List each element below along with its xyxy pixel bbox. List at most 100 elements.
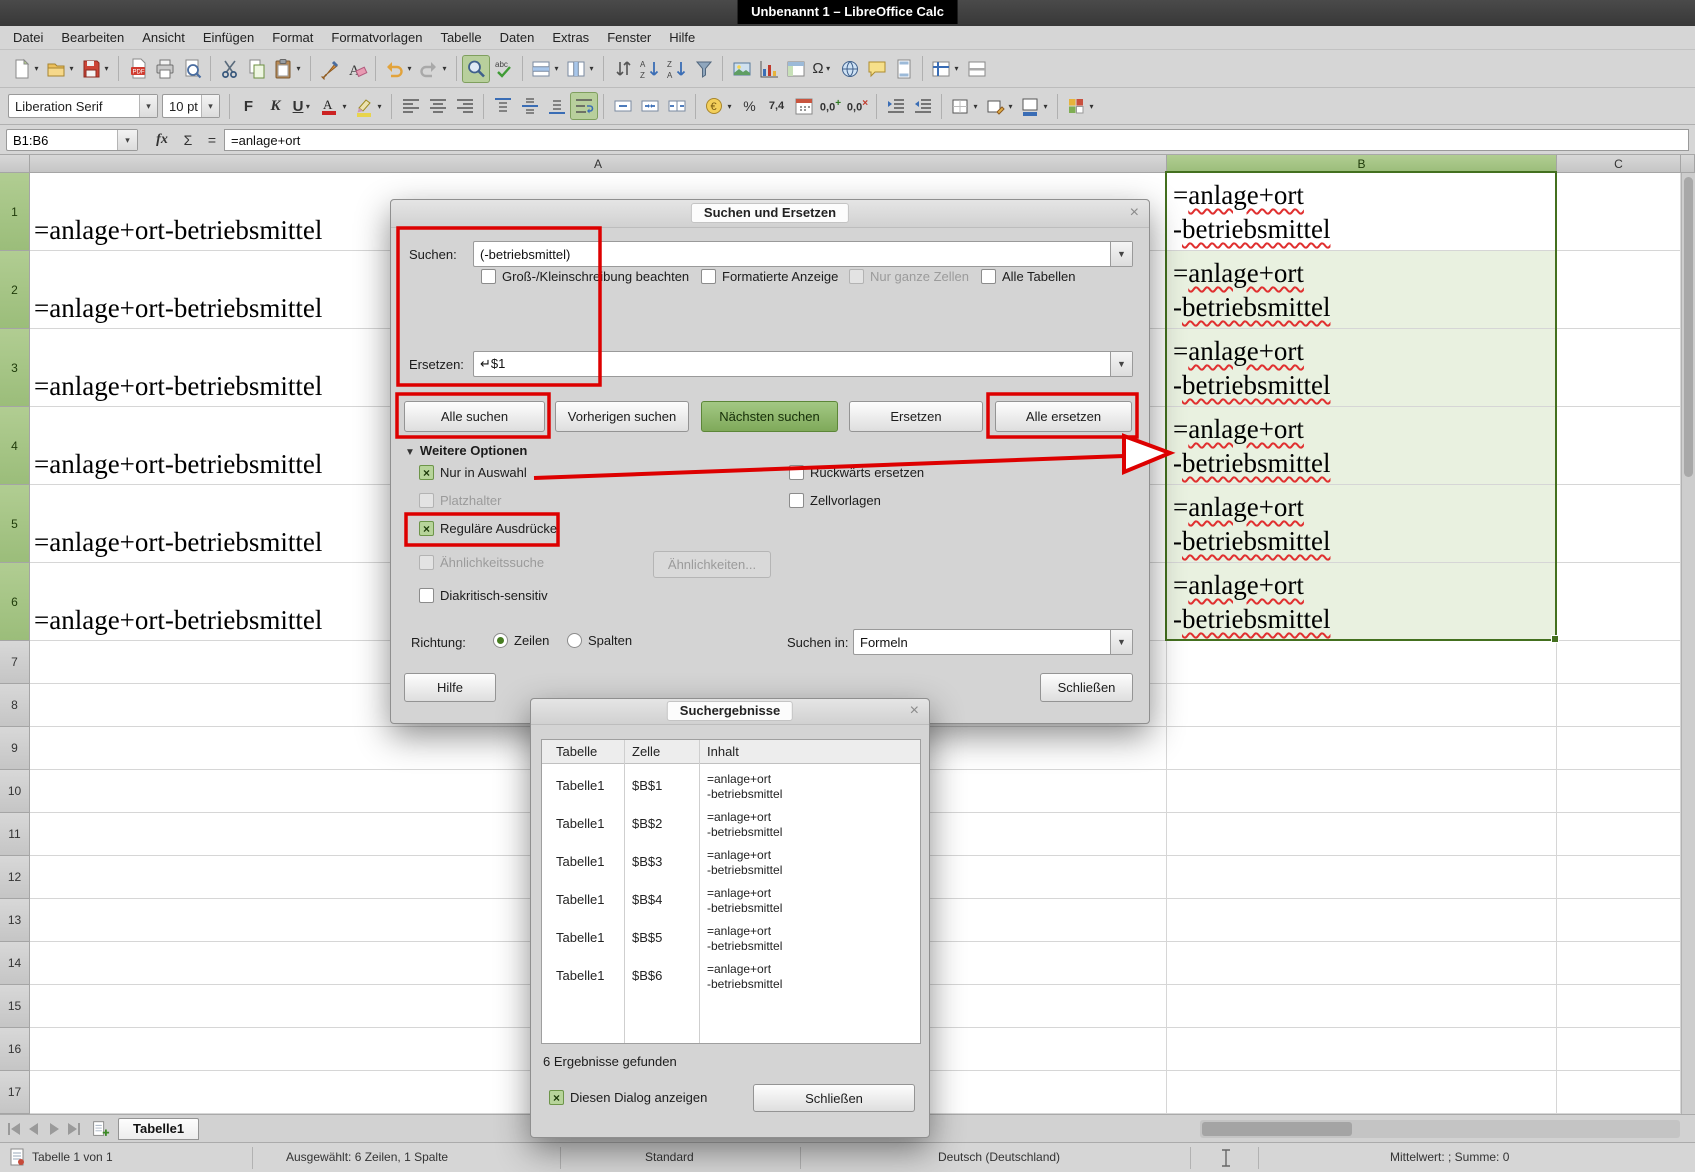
first-sheet-button[interactable] — [4, 1119, 24, 1139]
row-header-10[interactable]: 10 — [0, 770, 30, 813]
grid-corner-box[interactable] — [0, 155, 30, 173]
all-sheets-checkbox[interactable]: Alle Tabellen — [981, 269, 1075, 284]
horizontal-scrollbar[interactable] — [1200, 1120, 1680, 1138]
search-history-dropdown[interactable]: ▼ — [1110, 242, 1132, 266]
close-icon[interactable]: × — [910, 702, 919, 720]
cell-C14[interactable] — [1557, 942, 1681, 985]
column-header-tabelle[interactable]: Tabelle — [556, 744, 597, 759]
cell-B2[interactable]: =anlage+ort-betriebsmittel — [1167, 251, 1557, 329]
vertical-scrollbar-thumb[interactable] — [1684, 177, 1693, 477]
language-status[interactable]: Deutsch (Deutschland) — [938, 1150, 1060, 1164]
more-options-expander[interactable]: ▼Weitere Optionen — [405, 443, 527, 458]
close-icon[interactable]: × — [1130, 204, 1139, 222]
cell-C1[interactable] — [1557, 173, 1681, 251]
cell-B8[interactable] — [1167, 684, 1557, 727]
cell-B3[interactable]: =anlage+ort-betriebsmittel — [1167, 329, 1557, 407]
row-header-3[interactable]: 3 — [0, 329, 30, 407]
formatted-display-checkbox[interactable]: Formatierte Anzeige — [701, 269, 838, 284]
cell-B13[interactable] — [1167, 899, 1557, 942]
direction-rows-radio[interactable]: Zeilen — [493, 633, 549, 648]
cell-B10[interactable] — [1167, 770, 1557, 813]
page-style-status[interactable]: Standard — [645, 1150, 694, 1164]
row-header-16[interactable]: 16 — [0, 1028, 30, 1071]
cell-B15[interactable] — [1167, 985, 1557, 1028]
cell-C6[interactable] — [1557, 563, 1681, 641]
search-input[interactable]: (-betriebsmittel) ▼ — [473, 241, 1133, 267]
cell-C5[interactable] — [1557, 485, 1681, 563]
insert-sheet-button[interactable] — [90, 1119, 110, 1139]
replace-history-dropdown[interactable]: ▼ — [1110, 352, 1132, 376]
replace-all-button[interactable]: Alle ersetzen — [995, 401, 1132, 432]
cell-B7[interactable] — [1167, 641, 1557, 684]
cell-B14[interactable] — [1167, 942, 1557, 985]
cell-B12[interactable] — [1167, 856, 1557, 899]
cell-C8[interactable] — [1557, 684, 1681, 727]
cell-B5[interactable]: =anlage+ort-betriebsmittel — [1167, 485, 1557, 563]
row-header-14[interactable]: 14 — [0, 942, 30, 985]
replace-input[interactable]: ↵$1 ▼ — [473, 351, 1133, 377]
row-header-15[interactable]: 15 — [0, 985, 30, 1028]
cell-C9[interactable] — [1557, 727, 1681, 770]
diacritic-sensitive-checkbox[interactable]: Diakritisch-sensitiv — [419, 588, 548, 603]
row-header-11[interactable]: 11 — [0, 813, 30, 856]
column-header-A[interactable]: A — [30, 155, 1167, 173]
cell-C10[interactable] — [1557, 770, 1681, 813]
close-button[interactable]: Schließen — [1040, 673, 1133, 702]
horizontal-scrollbar-thumb[interactable] — [1202, 1122, 1352, 1136]
find-all-button[interactable]: Alle suchen — [404, 401, 545, 432]
regular-expressions-checkbox[interactable]: Reguläre Ausdrücke — [419, 521, 557, 536]
vertical-scrollbar[interactable] — [1681, 173, 1695, 1114]
row-header-1[interactable]: 1 — [0, 173, 30, 251]
sheet-tab-tabelle1[interactable]: Tabelle1 — [118, 1118, 199, 1140]
find-replace-dialog-titlebar[interactable]: Suchen und Ersetzen × — [391, 200, 1149, 228]
cell-C13[interactable] — [1557, 899, 1681, 942]
row-header-12[interactable]: 12 — [0, 856, 30, 899]
show-dialog-checkbox[interactable]: Diesen Dialog anzeigen — [549, 1090, 707, 1105]
row-header-2[interactable]: 2 — [0, 251, 30, 329]
find-next-button[interactable]: Nächsten suchen — [701, 401, 838, 432]
cell-C7[interactable] — [1557, 641, 1681, 684]
cell-C11[interactable] — [1557, 813, 1681, 856]
cell-C2[interactable] — [1557, 251, 1681, 329]
row-header-5[interactable]: 5 — [0, 485, 30, 563]
cell-B4[interactable]: =anlage+ort-betriebsmittel — [1167, 407, 1557, 485]
selection-fill-handle[interactable] — [1551, 635, 1559, 643]
row-header-7[interactable]: 7 — [0, 641, 30, 684]
direction-columns-radio[interactable]: Spalten — [567, 633, 632, 648]
previous-sheet-button[interactable] — [24, 1119, 44, 1139]
column-header-C[interactable]: C — [1557, 155, 1681, 173]
row-header-13[interactable]: 13 — [0, 899, 30, 942]
cell-B17[interactable] — [1167, 1071, 1557, 1114]
results-close-button[interactable]: Schließen — [753, 1084, 915, 1112]
cell-B16[interactable] — [1167, 1028, 1557, 1071]
row-header-6[interactable]: 6 — [0, 563, 30, 641]
column-header-B[interactable]: B — [1167, 155, 1557, 173]
replace-backwards-checkbox[interactable]: Rückwärts ersetzen — [789, 465, 924, 480]
search-results-dialog-titlebar[interactable]: Suchergebnisse × — [531, 699, 929, 725]
cell-C4[interactable] — [1557, 407, 1681, 485]
row-header-4[interactable]: 4 — [0, 407, 30, 485]
selection-status[interactable]: Ausgewählt: 6 Zeilen, 1 Spalte — [286, 1150, 448, 1164]
cell-B9[interactable] — [1167, 727, 1557, 770]
cell-C12[interactable] — [1557, 856, 1681, 899]
cell-C16[interactable] — [1557, 1028, 1681, 1071]
row-header-8[interactable]: 8 — [0, 684, 30, 727]
cell-B6[interactable]: =anlage+ort-betriebsmittel — [1167, 563, 1557, 641]
match-case-checkbox[interactable]: Groß-/Kleinschreibung beachten — [481, 269, 689, 284]
find-previous-button[interactable]: Vorherigen suchen — [555, 401, 689, 432]
cell-B11[interactable] — [1167, 813, 1557, 856]
column-header-zelle[interactable]: Zelle — [632, 744, 660, 759]
replace-button[interactable]: Ersetzen — [849, 401, 983, 432]
row-header-17[interactable]: 17 — [0, 1071, 30, 1114]
next-sheet-button[interactable] — [44, 1119, 64, 1139]
cell-C3[interactable] — [1557, 329, 1681, 407]
cell-C15[interactable] — [1557, 985, 1681, 1028]
cell-styles-checkbox[interactable]: Zellvorlagen — [789, 493, 881, 508]
help-button[interactable]: Hilfe — [404, 673, 496, 702]
cell-B1[interactable]: =anlage+ort-betriebsmittel — [1167, 173, 1557, 251]
search-in-dropdown[interactable]: Formeln ▼ — [853, 629, 1133, 655]
last-sheet-button[interactable] — [64, 1119, 84, 1139]
chevron-down-icon[interactable]: ▼ — [1110, 630, 1132, 654]
row-header-9[interactable]: 9 — [0, 727, 30, 770]
selection-only-checkbox[interactable]: Nur in Auswahl — [419, 465, 527, 480]
